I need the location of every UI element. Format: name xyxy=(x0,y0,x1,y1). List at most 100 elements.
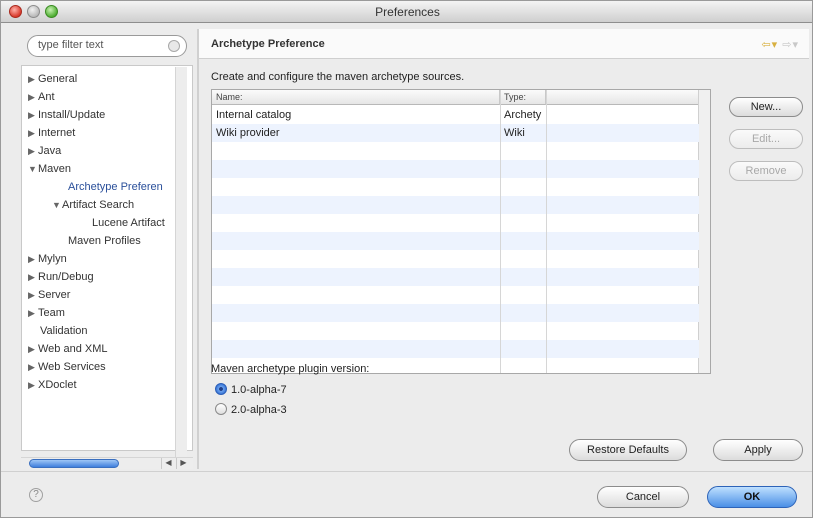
radio-unselected-icon[interactable] xyxy=(215,403,227,415)
collapsed-arrow-icon[interactable]: ▶ xyxy=(28,142,38,160)
version-label: Maven archetype plugin version: xyxy=(211,363,370,375)
forward-arrow-icon[interactable]: ⇨▾ xyxy=(782,39,799,51)
preference-navigator: type filter text ▶ General ▶ Ant ▶ Install/Up… xyxy=(21,31,193,469)
collapsed-arrow-icon[interactable]: ▶ xyxy=(28,286,38,304)
table-row[interactable] xyxy=(212,322,699,340)
edit-button[interactable]: Edit... xyxy=(729,129,803,149)
tree-item[interactable]: ▶ Install/Update xyxy=(28,106,105,124)
remove-button[interactable]: Remove xyxy=(729,161,803,181)
table-row[interactable] xyxy=(212,196,699,214)
preference-tree[interactable]: ▶ General ▶ Ant ▶ Install/Update ▶ Internet ▶ Jav… xyxy=(21,65,193,451)
tree-item[interactable]: ▼Maven xyxy=(28,160,71,178)
tree-item-label: Validation xyxy=(40,325,88,337)
apply-button[interactable]: Apply xyxy=(713,439,803,461)
filter-placeholder: type filter text xyxy=(38,39,104,51)
tree-item[interactable]: ▶ Server xyxy=(28,286,70,304)
page-title: Archetype Preference xyxy=(211,38,325,50)
history-navigation[interactable]: ⇦▾ ⇨▾ xyxy=(761,38,799,51)
radio-selected-icon[interactable] xyxy=(215,383,227,395)
table-row[interactable] xyxy=(212,160,699,178)
table-row[interactable]: Wiki provider Wiki xyxy=(212,124,699,142)
help-icon[interactable]: ? xyxy=(29,488,43,502)
tree-item[interactable]: ▶ General xyxy=(28,70,77,88)
tree-item[interactable]: ▶ Ant xyxy=(28,88,55,106)
collapsed-arrow-icon[interactable]: ▶ xyxy=(28,70,38,88)
expanded-arrow-icon[interactable]: ▼ xyxy=(28,160,38,178)
tree-item[interactable]: ▶ Team xyxy=(28,304,65,322)
table-row[interactable] xyxy=(212,340,699,358)
collapsed-arrow-icon[interactable]: ▶ xyxy=(28,106,38,124)
tree-item[interactable]: Validation xyxy=(40,322,88,340)
catalog-type-cell: Wiki xyxy=(504,127,525,139)
table-row[interactable] xyxy=(212,142,699,160)
archetype-catalog-table[interactable]: Name: Type: Internal catalog Archety Wiki … xyxy=(211,89,711,374)
tree-item[interactable]: ▶ Web Services xyxy=(28,358,106,376)
table-row[interactable]: Internal catalog Archety xyxy=(212,106,699,124)
tree-item-label: Server xyxy=(38,289,71,301)
tree-item-label: Team xyxy=(38,307,65,319)
tree-item-label: Web and XML xyxy=(38,343,108,355)
catalog-name-cell: Internal catalog xyxy=(216,109,292,121)
clear-filter-icon[interactable] xyxy=(168,40,180,52)
collapsed-arrow-icon[interactable]: ▶ xyxy=(28,340,38,358)
tree-item[interactable]: ▶ Run/Debug xyxy=(28,268,94,286)
table-row[interactable] xyxy=(212,232,699,250)
tree-item[interactable]: Maven Profiles xyxy=(68,232,141,250)
page-header: Archetype Preference ⇦▾ ⇨▾ xyxy=(199,29,809,59)
ok-button[interactable]: OK xyxy=(707,486,797,508)
version-option-2[interactable]: 2.0-alpha-3 xyxy=(215,401,287,419)
collapsed-arrow-icon[interactable]: ▶ xyxy=(28,250,38,268)
restore-defaults-button[interactable]: Restore Defaults xyxy=(569,439,687,461)
title-bar[interactable]: Preferences xyxy=(1,1,812,23)
tree-item-label: Maven xyxy=(38,163,72,175)
table-vertical-scrollbar[interactable] xyxy=(698,90,710,373)
catalog-type-cell: Archety xyxy=(504,109,542,121)
tree-item[interactable]: ▶ Internet xyxy=(28,124,75,142)
scroll-right-icon[interactable]: ▶ xyxy=(176,458,190,469)
tree-item[interactable]: ▶ XDoclet xyxy=(28,376,77,394)
tree-item[interactable]: Archetype Preferen xyxy=(68,178,163,196)
collapsed-arrow-icon[interactable]: ▶ xyxy=(28,124,38,142)
table-row[interactable] xyxy=(212,268,699,286)
table-row[interactable] xyxy=(212,214,699,232)
column-header-name[interactable]: Name: xyxy=(212,90,500,105)
table-row[interactable] xyxy=(212,286,699,304)
tree-item[interactable]: ▼Artifact Search xyxy=(52,196,134,214)
scroll-left-icon[interactable]: ◀ xyxy=(161,458,175,469)
table-row[interactable] xyxy=(212,304,699,322)
expanded-arrow-icon[interactable]: ▼ xyxy=(52,196,62,214)
column-header-type[interactable]: Type: xyxy=(500,90,546,105)
collapsed-arrow-icon[interactable]: ▶ xyxy=(28,358,38,376)
tree-item[interactable]: ▶ Web and XML xyxy=(28,340,108,358)
tree-horizontal-scrollbar[interactable]: ◀ ▶ xyxy=(21,457,193,469)
column-divider xyxy=(500,90,501,373)
preference-page: Archetype Preference ⇦▾ ⇨▾ Create and co… xyxy=(199,29,809,469)
page-description: Create and configure the maven archetype… xyxy=(211,71,465,83)
tree-item-label: General xyxy=(38,73,78,85)
window-title: Preferences xyxy=(375,5,440,19)
tree-item-label: XDoclet xyxy=(38,379,77,391)
new-button[interactable]: New... xyxy=(729,97,803,117)
dialog-footer: ? Cancel OK xyxy=(1,471,812,517)
table-row[interactable] xyxy=(212,178,699,196)
back-arrow-icon[interactable]: ⇦▾ xyxy=(761,39,778,51)
filter-input[interactable]: type filter text xyxy=(27,35,187,57)
collapsed-arrow-icon[interactable]: ▶ xyxy=(28,88,38,106)
tree-vertical-scrollbar[interactable] xyxy=(175,67,187,457)
tree-item[interactable]: ▶ Java xyxy=(28,142,61,160)
column-divider xyxy=(546,90,547,373)
tree-item[interactable]: Lucene Artifact xyxy=(92,214,165,232)
column-header-filler xyxy=(546,90,699,105)
version-option-1[interactable]: 1.0-alpha-7 xyxy=(215,381,287,399)
collapsed-arrow-icon[interactable]: ▶ xyxy=(28,268,38,286)
version-option-2-label: 2.0-alpha-3 xyxy=(231,404,287,416)
cancel-button[interactable]: Cancel xyxy=(597,486,689,508)
version-option-1-label: 1.0-alpha-7 xyxy=(231,384,287,396)
collapsed-arrow-icon[interactable]: ▶ xyxy=(28,304,38,322)
collapsed-arrow-icon[interactable]: ▶ xyxy=(28,376,38,394)
tree-item-label: Artifact Search xyxy=(62,199,135,211)
horizontal-scroll-thumb[interactable] xyxy=(29,459,119,468)
tree-item[interactable]: ▶ Mylyn xyxy=(28,250,67,268)
catalog-name-cell: Wiki provider xyxy=(216,127,280,139)
table-row[interactable] xyxy=(212,250,699,268)
